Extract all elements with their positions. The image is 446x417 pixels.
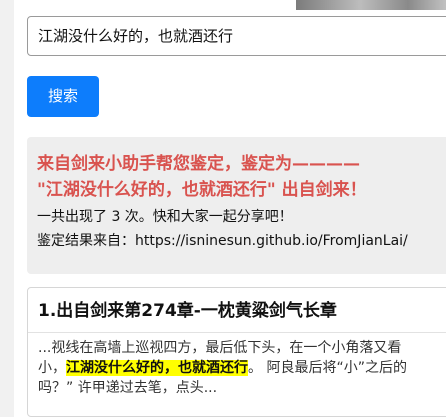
- verdict-line-2: "江湖没什么好的，也就酒还行" 出自剑来！: [37, 180, 367, 200]
- chapter-snippet: ...视线在高墙上巡视四方，最后低下头，在一个小角落又看 小，江湖没什么好的，也…: [38, 338, 446, 398]
- verdict-line-1: 来自剑来小助手帮您鉴定，鉴定为————: [37, 154, 360, 174]
- snippet-line-3: 吗？” 许甲递过去笔，点头...: [38, 380, 218, 396]
- chapter-title[interactable]: 1.出自剑来第274章-一枕黄粱剑气长章: [38, 298, 446, 324]
- snippet-highlight: 江湖没什么好的，也就酒还行: [66, 360, 248, 376]
- occurrence-count: 一共出现了 3 次。快和大家一起分享吧！: [37, 209, 293, 225]
- verdict-box: 来自剑来小助手帮您鉴定，鉴定为———— "江湖没什么好的，也就酒还行" 出自剑来…: [27, 137, 446, 274]
- search-input[interactable]: 江湖没什么好的，也就酒还行: [27, 16, 446, 56]
- chapter-result-card[interactable]: 1.出自剑来第274章-一枕黄粱剑气长章 ...视线在高墙上巡视四方，最后低下头…: [27, 287, 446, 417]
- card-divider: [28, 332, 446, 333]
- snippet-before: 小，: [38, 360, 66, 376]
- snippet-line-1: ...视线在高墙上巡视四方，最后低下头，在一个小角落又看: [38, 340, 402, 356]
- header-image: [296, 0, 446, 10]
- snippet-line-2: 小，江湖没什么好的，也就酒还行。 阿良最后将“小”之后的: [38, 358, 446, 378]
- source-text: 鉴定结果来自：https://isninesun.github.io/FromJ…: [37, 233, 408, 249]
- search-button[interactable]: 搜索: [27, 76, 99, 117]
- page: 江湖没什么好的，也就酒还行 搜索 来自剑来小助手帮您鉴定，鉴定为———— "江湖…: [0, 0, 446, 417]
- snippet-after: 。 阿良最后将“小”之后的: [248, 360, 407, 376]
